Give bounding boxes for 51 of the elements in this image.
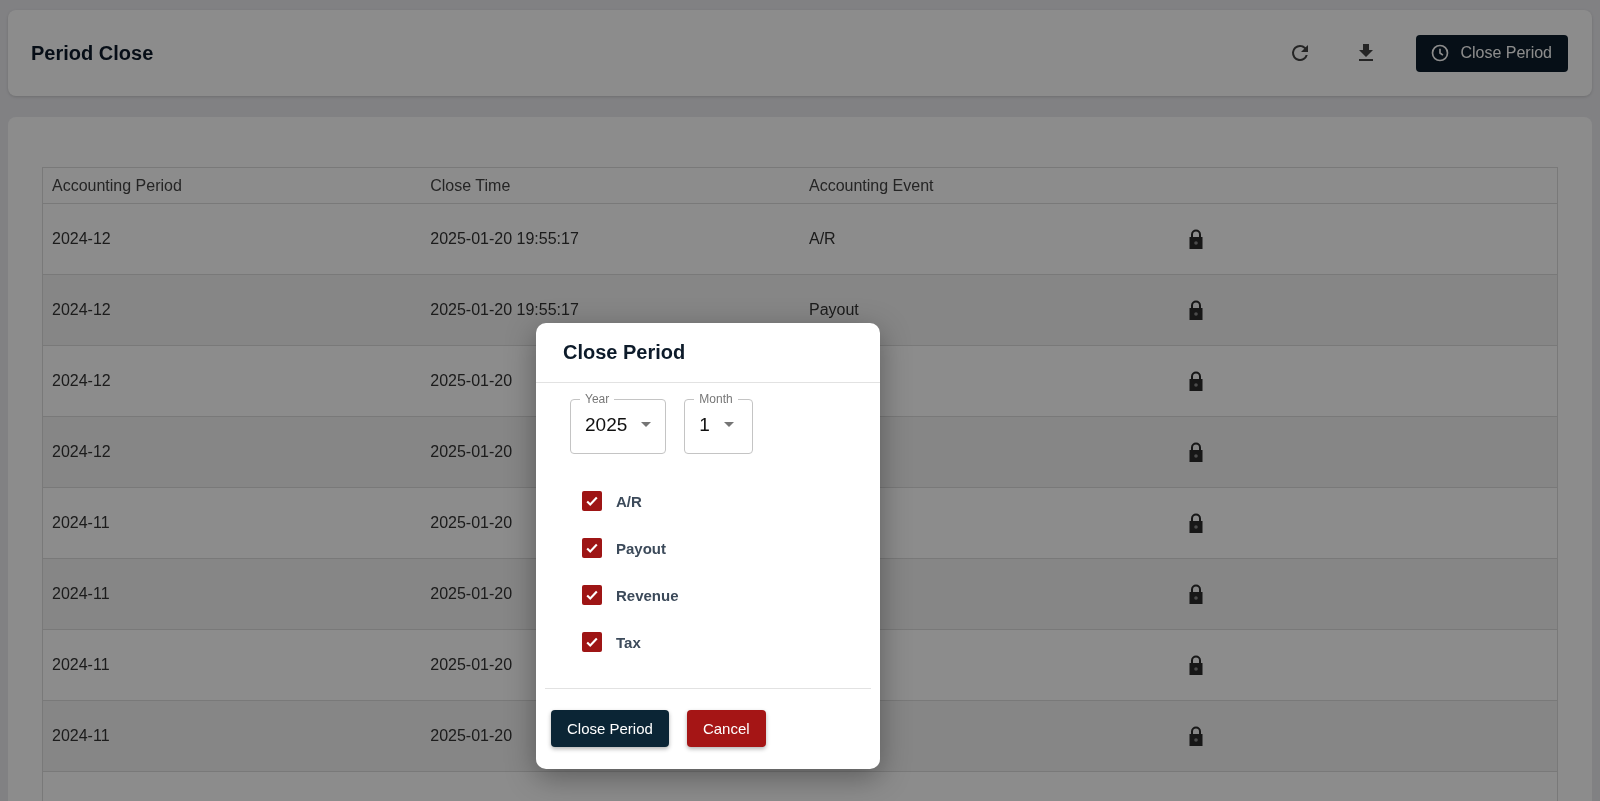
close-time-cell: 2025-01-20 xyxy=(430,727,513,744)
column-header: Accounting Period xyxy=(52,176,182,194)
lock-icon xyxy=(1187,229,1204,249)
lock-icon xyxy=(1187,655,1204,675)
checkbox[interactable] xyxy=(582,491,602,511)
check-icon xyxy=(585,494,599,508)
checkbox-label: A/R xyxy=(616,492,642,510)
checkbox-label: Revenue xyxy=(616,586,679,604)
period-cell: 2024-11 xyxy=(52,585,110,602)
close-time-cell: 2025-01-20 xyxy=(430,372,513,389)
confirm-button[interactable]: Close Period xyxy=(551,710,669,747)
lock-icon xyxy=(1187,584,1204,604)
checkbox-label: Payout xyxy=(616,539,666,557)
period-cell: 2024-11 xyxy=(52,514,110,531)
column-header: Close Time xyxy=(430,176,511,194)
period-cell: 2024-12 xyxy=(52,443,111,460)
close-time-cell: 2025-01-20 19:55:17 xyxy=(430,301,579,318)
check-icon xyxy=(585,635,599,649)
event-cell: Payout xyxy=(809,301,859,318)
period-cell: 2024-12 xyxy=(52,372,111,389)
caret-icon xyxy=(723,422,734,427)
close-time-cell: 2025-01-20 xyxy=(430,443,513,460)
checkbox[interactable] xyxy=(582,632,602,652)
lock-icon xyxy=(1187,726,1204,746)
checkbox[interactable] xyxy=(582,538,602,558)
page-title: Period Close xyxy=(31,41,155,65)
close-period-button[interactable]: Close Period xyxy=(1416,34,1568,72)
select-field[interactable]: Year 2025 xyxy=(570,392,667,454)
period-cell: 2024-11 xyxy=(52,656,110,673)
lock-icon xyxy=(1187,300,1204,320)
close-time-cell: 2025-01-20 19:55:17 xyxy=(430,230,579,247)
lock-icon xyxy=(1187,442,1204,462)
checkbox[interactable] xyxy=(582,585,602,605)
lock-icon xyxy=(1187,371,1204,391)
checkbox-label: Tax xyxy=(616,633,641,651)
lock-icon xyxy=(1187,513,1204,533)
check-icon xyxy=(585,588,599,602)
select-field[interactable]: Month 1 xyxy=(684,392,753,454)
close-time-cell: 2025-01-20 xyxy=(430,656,513,673)
period-cell: 2024-12 xyxy=(52,230,111,247)
close-time-cell: 2025-01-20 xyxy=(430,514,513,531)
event-cell: A/R xyxy=(809,230,836,247)
column-header: Accounting Event xyxy=(809,176,934,194)
period-cell: 2024-12 xyxy=(52,301,111,318)
close-time-cell: 2025-01-20 xyxy=(430,585,513,602)
dialog-title: Close Period xyxy=(562,340,687,365)
caret-icon xyxy=(641,422,652,427)
period-cell: 2024-11 xyxy=(52,727,110,744)
cancel-button[interactable]: Cancel xyxy=(686,710,766,747)
check-icon xyxy=(585,541,599,555)
clock-icon xyxy=(1430,43,1451,63)
